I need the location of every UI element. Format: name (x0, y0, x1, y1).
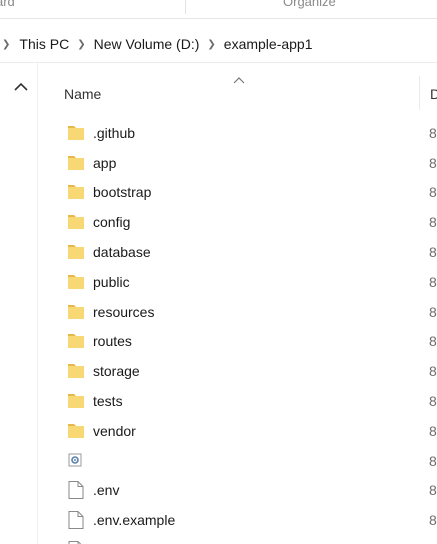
file-name: vendor (93, 422, 136, 439)
folder-icon (68, 364, 84, 379)
list-item[interactable]: resources 8 (57, 297, 437, 327)
file-date: 8 (429, 244, 437, 261)
breadcrumb-item-example-app1[interactable]: example-app1 (224, 36, 313, 52)
file-date: 8 (429, 512, 437, 529)
file-name: storage (93, 363, 140, 380)
ribbon-separator (185, 0, 186, 14)
column-header-name-label: Name (64, 86, 102, 102)
folder-icon (68, 215, 84, 230)
file-icon (68, 541, 82, 544)
column-resize-handle[interactable] (419, 76, 420, 110)
list-item[interactable]: database 8 (57, 237, 437, 267)
list-item[interactable]: .env 8 (57, 476, 437, 506)
folder-icon (68, 185, 84, 200)
breadcrumb[interactable]: ❯ This PC ❯ New Volume (D:) ❯ example-ap… (0, 30, 437, 58)
list-item[interactable]: vendor 8 (57, 416, 437, 446)
list-item[interactable]: 8 (57, 446, 437, 476)
file-name: database (93, 244, 151, 261)
file-date: 8 (429, 154, 437, 171)
ribbon-border (0, 18, 437, 19)
breadcrumb-item-new-volume[interactable]: New Volume (D:) (94, 36, 200, 52)
list-item[interactable]: storage 8 (57, 356, 437, 386)
navigation-pane (0, 63, 37, 544)
file-name: config (93, 214, 131, 231)
ribbon-group-clipboard-label: ard (0, 0, 15, 9)
file-explorer-window: ard Organize ❯ This PC ❯ New Volume (D:)… (0, 0, 437, 544)
column-header-name[interactable]: Name (57, 76, 419, 110)
file-date: 8 (429, 124, 437, 141)
chevron-right-icon[interactable]: ❯ (2, 39, 10, 50)
folder-icon (68, 274, 84, 289)
file-list: .github 8 app 8 bootstrap 8 config 8 dat… (57, 118, 437, 544)
list-item[interactable]: .github 8 (57, 118, 437, 148)
folder-icon (68, 394, 84, 409)
folder-icon (68, 304, 84, 319)
file-date: 8 (429, 482, 437, 499)
file-date: 8 (429, 452, 437, 469)
folder-icon (68, 334, 84, 349)
file-date: 8 (429, 333, 437, 350)
chevron-right-icon[interactable]: ❯ (77, 39, 85, 50)
list-item[interactable]: routes 8 (57, 327, 437, 357)
file-name: .github (93, 124, 136, 141)
column-header-date-label: D (430, 86, 437, 102)
list-item[interactable]: .env.example 8 (57, 505, 437, 535)
list-item[interactable]: 8 (57, 535, 437, 544)
folder-icon (68, 125, 84, 140)
sort-ascending-icon (233, 77, 245, 84)
list-item[interactable]: config 8 (57, 207, 437, 237)
file-date: 8 (429, 303, 437, 320)
file-date: 8 (429, 184, 437, 201)
file-name: .env (93, 482, 120, 499)
file-icon (68, 511, 84, 530)
file-date: 8 (429, 393, 437, 410)
file-name: .env.example (93, 512, 176, 529)
file-icon (68, 481, 84, 500)
list-item[interactable]: bootstrap 8 (57, 178, 437, 208)
file-name: tests (93, 393, 123, 410)
file-date: 8 (429, 422, 437, 439)
file-name: app (93, 154, 117, 171)
list-item[interactable]: public 8 (57, 267, 437, 297)
folder-icon (68, 423, 84, 438)
column-header-date[interactable]: D (428, 76, 437, 110)
file-date: 8 (429, 214, 437, 231)
folder-icon (68, 155, 84, 170)
chevron-right-icon[interactable]: ❯ (207, 39, 215, 50)
ribbon-group-organize-label: Organize (283, 0, 336, 9)
address-bar-border (0, 62, 437, 63)
file-name: public (93, 273, 130, 290)
file-name: bootstrap (93, 184, 152, 201)
file-name: resources (93, 303, 155, 320)
list-item[interactable]: tests 8 (57, 386, 437, 416)
list-item[interactable]: app 8 (57, 148, 437, 178)
breadcrumb-item-this-pc[interactable]: This PC (19, 36, 69, 52)
file-date: 8 (429, 363, 437, 380)
file-name: routes (93, 333, 132, 350)
settings-file-icon (68, 453, 82, 467)
file-date: 8 (429, 273, 437, 290)
chevron-up-icon[interactable] (12, 79, 30, 95)
ribbon-group-labels: ard Organize (0, 0, 437, 18)
navigation-pane-divider[interactable] (37, 63, 38, 544)
folder-icon (68, 245, 84, 260)
